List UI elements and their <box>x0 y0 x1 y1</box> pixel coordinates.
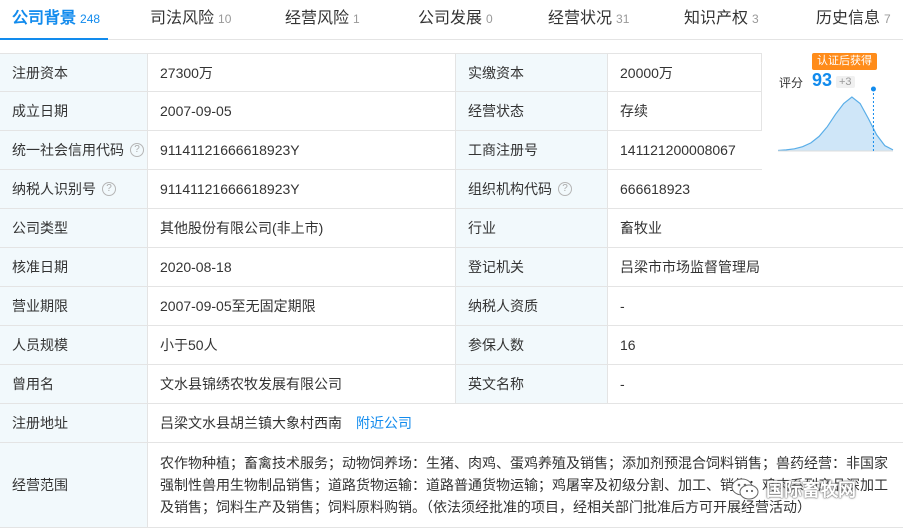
former-name: 文水县锦绣农牧发展有限公司 <box>148 365 456 403</box>
operating-status: 存续 <box>608 92 762 130</box>
table-row: 人员规模 小于50人 参保人数 16 <box>0 326 903 365</box>
field-label: 纳税人资质 <box>456 287 608 325</box>
nearby-companies-link[interactable]: 附近公司 <box>356 413 412 433</box>
field-label: 注册地址 <box>0 404 148 442</box>
tab-company-background[interactable]: 公司背景 248 <box>12 0 100 40</box>
organization-code: 666618923 <box>620 181 691 197</box>
taxpayer-qualification: - <box>620 298 625 314</box>
verify-badge[interactable]: 认证后获得 <box>812 53 877 70</box>
registered-address: 吕梁文水县胡兰镇大象村西南 附近公司 <box>160 413 412 433</box>
registered-capital: 27300万 <box>148 54 456 91</box>
field-label: 公司类型 <box>0 209 148 247</box>
field-label: 曾用名 <box>0 365 148 403</box>
table-row: 营业期限 2007-09-05至无固定期限 纳税人资质 - <box>0 287 903 326</box>
score-value: 93 <box>812 70 833 90</box>
field-label: 纳税人识别号? <box>0 170 148 208</box>
field-label: 行业 <box>456 209 608 247</box>
distribution-area <box>778 97 893 151</box>
field-label: 工商注册号 <box>456 131 608 169</box>
paid-capital: 20000万 <box>608 54 762 91</box>
tab-operating-status[interactable]: 经营状况 31 <box>548 0 629 40</box>
table-row: 曾用名 文水县锦绣农牧发展有限公司 英文名称 - <box>0 365 903 404</box>
staff-size: 小于50人 <box>148 326 456 364</box>
field-label: 核准日期 <box>0 248 148 286</box>
score-marker-dot <box>870 86 876 92</box>
tab-history[interactable]: 历史信息 7 <box>816 0 891 40</box>
help-icon[interactable]: ? <box>102 182 116 196</box>
table-row: 纳税人识别号? 91141121666618923Y 组织机构代码? 66661… <box>0 170 903 209</box>
score-label: 评分 <box>779 76 804 90</box>
tab-judicial-risk[interactable]: 司法风险 10 <box>150 0 231 40</box>
field-label: 统一社会信用代码? <box>0 131 148 169</box>
table-row: 公司类型 其他股份有限公司(非上市) 行业 畜牧业 <box>0 209 903 248</box>
tab-bar: 公司背景 248 司法风险 10 经营风险 1 公司发展 0 经营状况 31 知识产权 3 … <box>0 0 903 40</box>
taxpayer-id: 91141121666618923Y <box>148 170 456 208</box>
field-label: 参保人数 <box>456 326 608 364</box>
tab-intellectual-property[interactable]: 知识产权 3 <box>684 0 759 40</box>
field-label: 成立日期 <box>0 92 148 130</box>
field-label: 登记机关 <box>456 248 608 286</box>
field-label: 人员规模 <box>0 326 148 364</box>
score-distribution-chart <box>777 86 894 152</box>
english-name: - <box>620 376 625 392</box>
unified-credit-code: 91141121666618923Y <box>148 131 456 169</box>
active-tab-indicator <box>0 38 108 40</box>
establishment-date: 2007-09-05 <box>148 92 456 130</box>
credit-score-widget[interactable]: 认证后获得 评分 93 +3 <box>762 53 903 170</box>
insured-count: 16 <box>620 337 636 353</box>
field-label: 营业期限 <box>0 287 148 325</box>
registration-authority: 吕梁市市场监督管理局 <box>620 259 760 275</box>
field-label: 实缴资本 <box>456 54 608 91</box>
distribution-curve <box>777 96 894 152</box>
table-row: 注册地址 吕梁文水县胡兰镇大象村西南 附近公司 <box>0 404 903 443</box>
score-delta: +3 <box>836 76 855 88</box>
field-label: 组织机构代码? <box>456 170 608 208</box>
wechat-icon <box>731 478 759 500</box>
approval-date: 2020-08-18 <box>148 248 456 286</box>
help-icon[interactable]: ? <box>130 143 144 157</box>
company-type: 其他股份有限公司(非上市) <box>148 209 456 247</box>
help-icon[interactable]: ? <box>558 182 572 196</box>
business-term: 2007-09-05至无固定期限 <box>148 287 456 325</box>
tab-company-development[interactable]: 公司发展 0 <box>418 0 493 40</box>
field-label: 注册资本 <box>0 54 148 91</box>
field-label: 英文名称 <box>456 365 608 403</box>
tab-operational-risk[interactable]: 经营风险 1 <box>285 0 360 40</box>
industry: 畜牧业 <box>620 220 662 236</box>
field-label: 经营状态 <box>456 92 608 130</box>
field-label: 经营范围 <box>0 443 148 527</box>
watermark: 国际畜牧网 <box>730 474 856 504</box>
table-row: 核准日期 2020-08-18 登记机关 吕梁市市场监督管理局 <box>0 248 903 287</box>
